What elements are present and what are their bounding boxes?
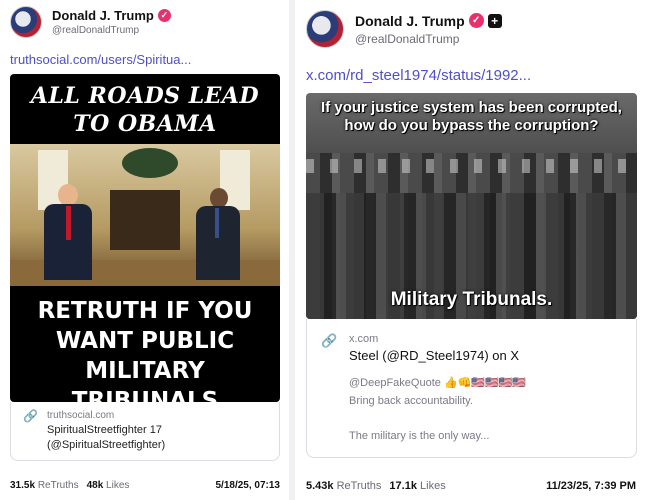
author-handle[interactable]: @realDonaldTrump bbox=[52, 25, 171, 36]
card-title-line1: SpiritualStreetfighter 17 bbox=[47, 424, 162, 436]
plus-icon[interactable]: + bbox=[487, 13, 502, 28]
verified-badge-icon: ✓ bbox=[157, 9, 171, 22]
post-stats: 5.43k ReTruths 17.1k Likes 11/23/25, 7:3… bbox=[306, 480, 636, 492]
post-stats: 31.5k ReTruths 48k Likes 5/18/25, 07:13 bbox=[10, 480, 280, 491]
image-top-caption: ALL ROADS LEAD TO OBAMA bbox=[30, 83, 260, 137]
likes-label: Likes bbox=[106, 480, 130, 491]
avatar[interactable] bbox=[306, 10, 344, 48]
retruths-label: ReTruths bbox=[336, 480, 382, 492]
author-name[interactable]: Donald J. Trump bbox=[355, 13, 465, 29]
image-bottom-caption: Military Tribunals. bbox=[390, 289, 553, 310]
left-post: Donald J. Trump ✓ @realDonaldTrump truth… bbox=[0, 0, 288, 500]
card-text-line2: Bring back accountability. bbox=[349, 395, 473, 407]
card-text-line1: @DeepFakeQuote 👍👊🇺🇸🇺🇸🇺🇸🇺🇸 bbox=[349, 377, 527, 389]
likes-count[interactable]: 48k bbox=[87, 480, 104, 491]
post-image[interactable]: If your justice system has been corrupte… bbox=[306, 93, 637, 319]
post-date[interactable]: 5/18/25, 07:13 bbox=[216, 480, 281, 491]
post-link[interactable]: x.com/rd_steel1974/status/1992... bbox=[306, 67, 531, 84]
card-domain: truthsocial.com bbox=[47, 410, 115, 421]
retruths-count[interactable]: 31.5k bbox=[10, 480, 35, 491]
card-title: Steel (@RD_Steel1974) on X bbox=[349, 348, 520, 363]
link-card[interactable]: 🔗 x.com Steel (@RD_Steel1974) on X @Deep… bbox=[306, 319, 637, 458]
post-image[interactable]: ALL ROADS LEAD TO OBAMA RETRUTH IF YOU W… bbox=[10, 74, 280, 402]
link-chain-icon: 🔗 bbox=[23, 409, 38, 423]
likes-count[interactable]: 17.1k bbox=[389, 480, 417, 492]
post-link[interactable]: truthsocial.com/users/Spiritua... bbox=[10, 52, 191, 67]
likes-label: Likes bbox=[420, 480, 446, 492]
retruths-label: ReTruths bbox=[37, 480, 79, 491]
link-card[interactable]: 🔗 truthsocial.com SpiritualStreetfighter… bbox=[10, 402, 280, 461]
author-handle[interactable]: @realDonaldTrump bbox=[355, 32, 502, 46]
retruths-count[interactable]: 5.43k bbox=[306, 480, 334, 492]
image-top-caption: If your justice system has been corrupte… bbox=[321, 99, 622, 134]
author-name[interactable]: Donald J. Trump bbox=[52, 8, 154, 23]
card-title-line2: (@SpiritualStreetfighter) bbox=[47, 439, 166, 451]
right-post: Donald J. Trump ✓ + @realDonaldTrump x.c… bbox=[296, 0, 652, 500]
card-text-line3: The military is the only way... bbox=[349, 430, 490, 442]
link-chain-icon: 🔗 bbox=[321, 333, 338, 348]
image-bottom-caption: RETRUTH IF YOU WANT PUBLIC MILITARY TRIB… bbox=[37, 298, 253, 402]
post-date[interactable]: 11/23/25, 7:39 PM bbox=[546, 480, 636, 492]
photo-scene bbox=[10, 144, 280, 286]
post-header: Donald J. Trump ✓ @realDonaldTrump bbox=[10, 6, 171, 38]
avatar[interactable] bbox=[10, 6, 42, 38]
verified-badge-icon: ✓ bbox=[468, 13, 484, 28]
post-header: Donald J. Trump ✓ + @realDonaldTrump bbox=[306, 10, 502, 48]
panel-divider bbox=[289, 0, 295, 500]
card-domain: x.com bbox=[349, 333, 379, 345]
